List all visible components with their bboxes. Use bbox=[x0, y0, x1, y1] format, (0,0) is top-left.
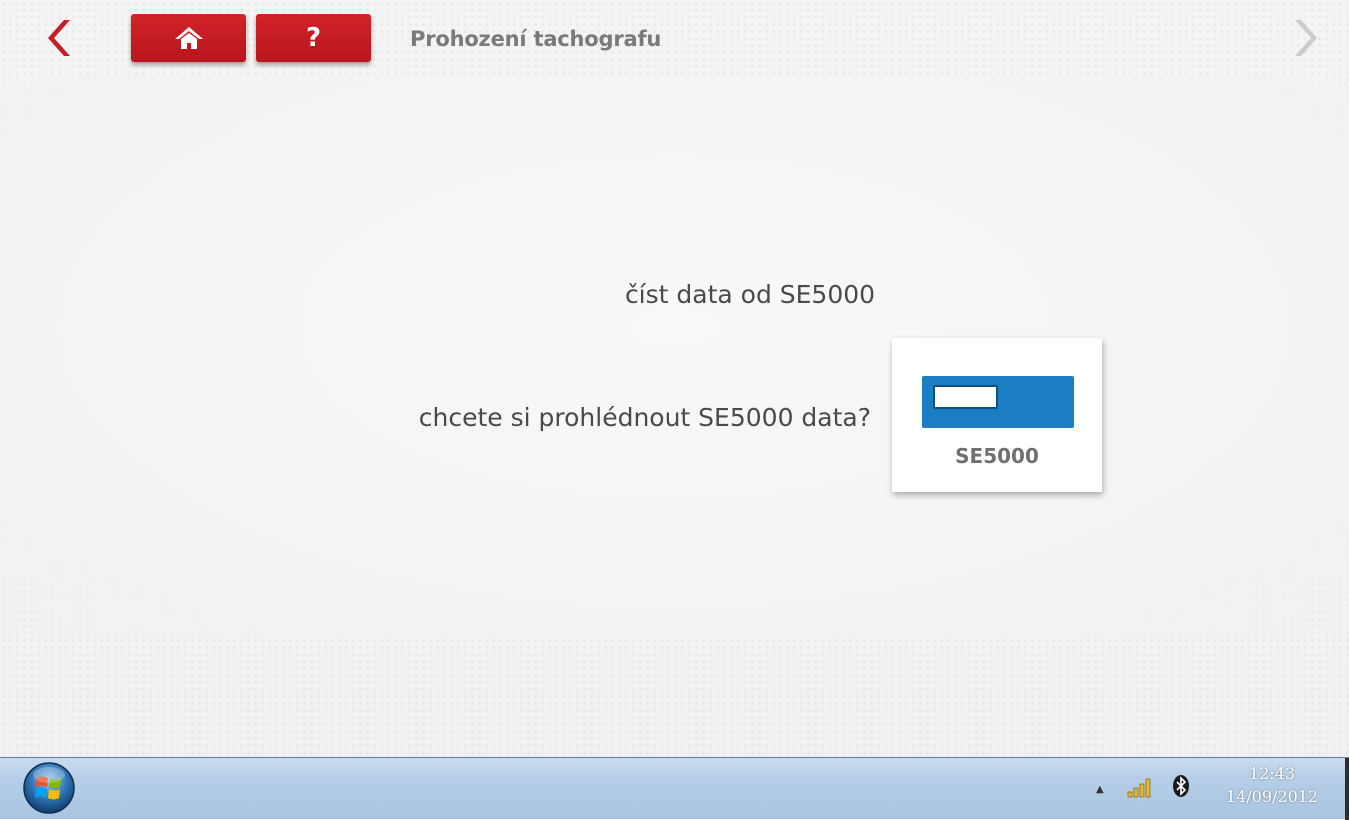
forward-button[interactable] bbox=[1283, 14, 1323, 62]
start-button[interactable] bbox=[22, 761, 76, 815]
bluetooth-icon[interactable] bbox=[1172, 774, 1190, 798]
message-read-data: číst data od SE5000 bbox=[624, 280, 876, 309]
clock-time: 12:43 bbox=[1248, 764, 1296, 783]
back-button[interactable] bbox=[42, 14, 82, 62]
home-button[interactable] bbox=[131, 14, 246, 62]
message-view-question: chcete si prohlédnout SE5000 data? bbox=[418, 403, 871, 432]
clock-date: 14/09/2012 bbox=[1225, 787, 1319, 806]
device-slot bbox=[933, 385, 998, 409]
windows-start-icon bbox=[23, 762, 75, 814]
taskbar: ▲ 12:43 14/09/2012 bbox=[0, 757, 1349, 820]
page-title: Prohození tachografu bbox=[410, 27, 662, 51]
content-area bbox=[0, 75, 1349, 635]
show-hidden-icons-icon[interactable]: ▲ bbox=[1096, 784, 1104, 795]
se5000-device-icon bbox=[922, 376, 1074, 428]
help-icon: ? bbox=[305, 23, 322, 53]
signal-strength-icon[interactable] bbox=[1127, 776, 1155, 798]
se5000-label: SE5000 bbox=[955, 444, 1039, 468]
taskbar-clock[interactable]: 12:43 14/09/2012 bbox=[1208, 763, 1336, 809]
chevron-left-icon bbox=[48, 20, 70, 56]
show-desktop-button[interactable] bbox=[1345, 758, 1349, 820]
app-window: ? Prohození tachografu číst data od SE50… bbox=[0, 0, 1349, 757]
home-icon bbox=[174, 27, 203, 49]
help-button[interactable]: ? bbox=[256, 14, 371, 62]
se5000-button[interactable]: SE5000 bbox=[892, 338, 1102, 492]
chevron-right-icon bbox=[1295, 20, 1317, 56]
